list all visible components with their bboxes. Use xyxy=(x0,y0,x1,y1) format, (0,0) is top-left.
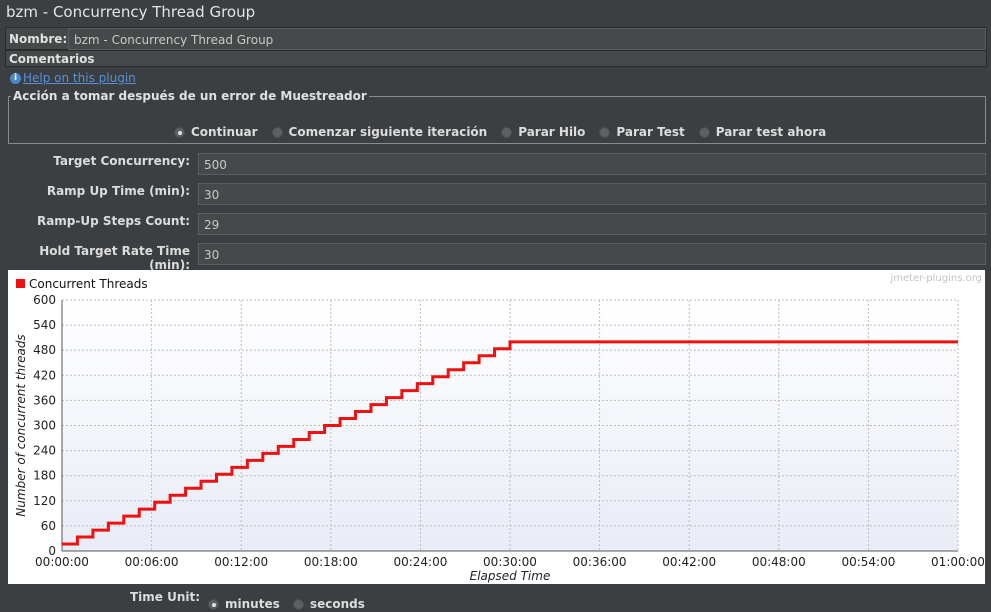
radio-icon xyxy=(599,126,611,138)
x-tick-label: 00:18:00 xyxy=(304,555,358,569)
name-input[interactable]: bzm - Concurrency Thread Group xyxy=(68,28,986,50)
y-tick-label: 240 xyxy=(33,444,56,458)
x-tick-label: 00:24:00 xyxy=(393,555,447,569)
x-tick-label: 00:00:00 xyxy=(35,555,89,569)
x-axis-title: Elapsed Time xyxy=(470,569,551,583)
error-action-group: Acción a tomar después de un error de Mu… xyxy=(8,89,986,144)
y-tick-label: 180 xyxy=(33,469,56,483)
radio-siguiente-iteracion[interactable]: Comenzar siguiente iteración xyxy=(271,125,487,139)
radio-icon xyxy=(698,126,710,138)
radio-minutes[interactable]: minutes xyxy=(208,597,280,611)
radio-icon xyxy=(293,598,304,610)
y-tick-label: 420 xyxy=(33,368,56,382)
steps-input[interactable]: 29 xyxy=(198,213,986,235)
error-action-options: Continuar Comenzar siguiente iteración P… xyxy=(174,125,826,139)
ramp-up-input[interactable]: 30 xyxy=(198,183,986,205)
help-row: i Help on this plugin xyxy=(10,71,136,85)
y-tick-label: 120 xyxy=(33,494,56,508)
y-axis-title: Number of concurrent threads xyxy=(14,334,28,516)
x-tick-label: 00:36:00 xyxy=(573,555,627,569)
chart-watermark: jmeter-plugins.org xyxy=(889,273,982,284)
y-tick-label: 360 xyxy=(33,393,56,407)
y-tick-label: 540 xyxy=(33,318,56,332)
legend-label: Concurrent Threads xyxy=(29,277,148,291)
hold-input[interactable]: 30 xyxy=(198,243,986,265)
x-tick-label: 00:48:00 xyxy=(752,555,806,569)
chart-svg: 06012018024030036042048054060000:00:00 00… xyxy=(14,273,985,583)
radio-selected-icon xyxy=(174,126,185,138)
steps-label: Ramp-Up Steps Count: xyxy=(36,214,190,228)
error-action-legend: Acción a tomar después de un error de Mu… xyxy=(13,89,367,103)
x-tick-label: 00:12:00 xyxy=(214,555,268,569)
x-tick-label: 00:30:00 xyxy=(483,555,537,569)
window-title: bzm - Concurrency Thread Group xyxy=(6,3,256,21)
info-icon: i xyxy=(10,73,21,84)
radio-icon xyxy=(501,126,513,138)
name-label: Nombre: xyxy=(9,32,68,46)
radio-selected-icon xyxy=(208,598,219,610)
comments-label: Comentarios xyxy=(9,52,95,66)
radio-icon xyxy=(271,126,283,138)
hold-label: Hold Target Rate Time (min): xyxy=(39,244,190,272)
radio-continuar[interactable]: Continuar xyxy=(174,125,258,139)
help-link[interactable]: Help on this plugin xyxy=(23,71,136,85)
legend-swatch xyxy=(16,279,25,288)
x-tick-label: 01:00:00 xyxy=(931,555,985,569)
target-concurrency-label: Target Concurrency: xyxy=(53,154,190,168)
y-tick-label: 60 xyxy=(41,519,56,533)
radio-parar-test[interactable]: Parar Test xyxy=(599,125,685,139)
x-tick-label: 00:54:00 xyxy=(841,555,895,569)
y-tick-label: 300 xyxy=(33,419,56,433)
radio-seconds[interactable]: seconds xyxy=(293,597,365,611)
time-unit-label: Time Unit: xyxy=(130,590,201,604)
target-concurrency-input[interactable]: 500 xyxy=(198,153,986,175)
comments-row: Comentarios xyxy=(5,50,987,67)
x-tick-label: 00:42:00 xyxy=(662,555,716,569)
ramp-up-label: Ramp Up Time (min): xyxy=(46,184,190,198)
radio-parar-hilo[interactable]: Parar Hilo xyxy=(501,125,585,139)
y-tick-label: 480 xyxy=(33,343,56,357)
radio-parar-test-ahora[interactable]: Parar test ahora xyxy=(698,125,826,139)
x-tick-label: 00:06:00 xyxy=(125,555,179,569)
y-tick-label: 600 xyxy=(33,293,56,307)
thread-schedule-chart: 0 60 120 180 240 300 360 420 480 540 600 00:00:00 00… xyxy=(8,270,985,584)
